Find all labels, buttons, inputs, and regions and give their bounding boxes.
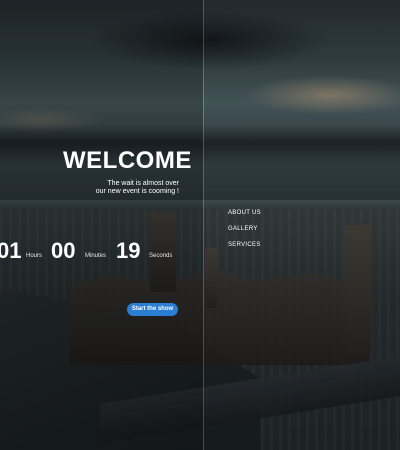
countdown-hours-label: Hours: [26, 253, 43, 259]
panel-divider: [203, 0, 204, 450]
left-overlay: [0, 0, 203, 450]
welcome-heading: WELCOME: [63, 147, 192, 174]
nav-item-services[interactable]: SERVICES: [228, 240, 261, 256]
tagline-line-2: our new event is cooming !: [95, 188, 179, 195]
countdown-minutes-label: Minutes: [85, 253, 107, 259]
start-show-button[interactable]: Start the show: [127, 303, 178, 316]
nav-item-gallery[interactable]: GALLERY: [228, 224, 261, 240]
tagline-line-1: The wait is almost over: [107, 180, 179, 187]
nav-item-about-us[interactable]: ABOUT US: [228, 208, 261, 224]
countdown-seconds-label: Seconds: [149, 253, 173, 259]
countdown-hours-value: 01: [0, 238, 22, 263]
hero-tagline: The wait is almost over our new event is…: [70, 180, 179, 196]
countdown-seconds-value: 19: [116, 238, 141, 263]
side-nav: ABOUT US GALLERY SERVICES: [228, 208, 261, 256]
background-cityscape-photo: [0, 0, 400, 450]
countdown-minutes-value: 00: [51, 238, 76, 263]
